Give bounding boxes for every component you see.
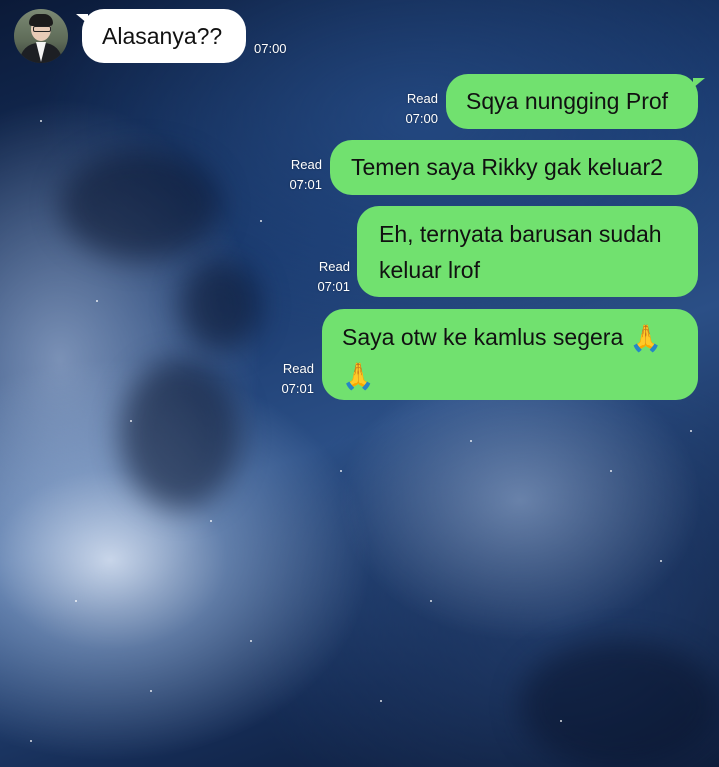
message-bubble-outgoing[interactable]: Temen saya Rikky gak keluar2 — [330, 140, 698, 195]
message-bubble-incoming[interactable]: Alasanya?? — [82, 9, 246, 63]
read-status: Read — [406, 91, 438, 106]
message-bubble-outgoing[interactable]: Saya otw ke kamlus segera 🙏 🙏 — [322, 309, 698, 400]
message-meta: Read 07:01 — [280, 155, 322, 195]
message-text: Temen saya Rikky gak keluar2 — [351, 154, 663, 180]
message-meta: Read 07:00 — [396, 89, 438, 129]
message-text-line: Eh, ternyata barusan sudah — [379, 221, 662, 247]
outgoing-bubble-tail — [693, 78, 705, 88]
read-status: Read — [318, 259, 350, 274]
avatar-hair — [29, 14, 53, 26]
message-meta: Read 07:01 — [308, 257, 350, 297]
folded-hands-icon: 🙏 — [342, 362, 375, 392]
message-time: 07:01 — [317, 279, 350, 294]
avatar-glasses — [33, 26, 51, 32]
message-text: Saya otw ke kamlus segera — [342, 324, 624, 350]
message-time: 07:01 — [281, 381, 314, 396]
folded-hands-icon: 🙏 — [629, 324, 663, 354]
read-status: Read — [290, 157, 322, 172]
message-time: 07:00 — [254, 41, 287, 56]
message-bubble-outgoing[interactable]: Sqya nungging Prof — [446, 74, 698, 129]
message-text-line: keluar lrof — [379, 257, 480, 283]
message-text: Sqya nungging Prof — [466, 88, 669, 114]
message-text: Alasanya?? — [102, 23, 223, 49]
message-bubble-outgoing[interactable]: Eh, ternyata barusan sudah keluar lrof — [357, 206, 698, 297]
read-status: Read — [282, 361, 314, 376]
message-time: 07:01 — [289, 177, 322, 192]
message-meta: Read 07:01 — [272, 359, 314, 399]
message-time: 07:00 — [405, 111, 438, 126]
contact-avatar[interactable] — [14, 9, 68, 63]
